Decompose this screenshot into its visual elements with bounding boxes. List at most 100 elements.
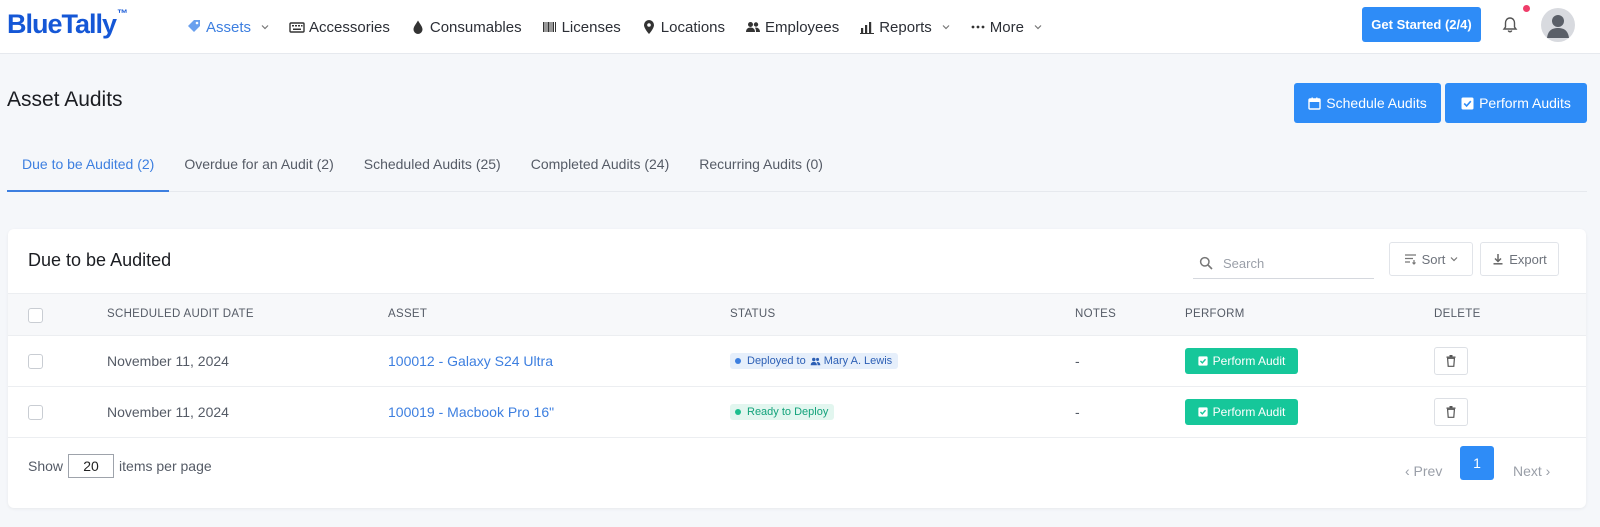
status-badge: Deployed to Mary A. Lewis [730, 353, 899, 369]
nav-item-label: Licenses [561, 18, 621, 36]
nav-item-label: Consumables [429, 18, 522, 36]
tab-overdue[interactable]: Overdue for an Audit (2) [169, 142, 348, 192]
audit-notes: - [1075, 353, 1080, 369]
map-pin-icon [643, 20, 654, 34]
users-icon [810, 357, 821, 365]
nav-item-label: Assets [206, 18, 252, 36]
select-all-checkbox[interactable] [28, 308, 43, 323]
get-started-button[interactable]: Get Started (2/4) [1362, 7, 1481, 42]
nav-item-locations[interactable]: Locations [641, 0, 725, 54]
audit-notes: - [1075, 404, 1080, 420]
delete-button[interactable] [1434, 398, 1468, 426]
search-box [1193, 247, 1374, 279]
asset-link[interactable]: 100012 - Galaxy S24 Ultra [388, 353, 553, 369]
sort-button[interactable]: Sort [1389, 242, 1473, 276]
top-navbar: BlueTally™ Assets Accessories Consumable… [0, 0, 1600, 54]
status-badge: Ready to Deploy [730, 404, 835, 420]
status-text: Ready to Deploy [747, 406, 829, 418]
barcode-icon [542, 22, 556, 32]
export-label: Export [1509, 251, 1547, 267]
chevron-down-icon [261, 25, 269, 30]
tab-recurring[interactable]: Recurring Audits (0) [684, 142, 838, 192]
tag-icon [188, 20, 200, 32]
sort-label: Sort [1421, 251, 1446, 267]
trash-icon [1446, 355, 1456, 367]
nav-item-more[interactable]: More [970, 0, 1042, 54]
status-dot [735, 358, 741, 364]
nav-item-employees[interactable]: Employees [745, 0, 839, 54]
column-header-status[interactable]: STATUS [730, 308, 775, 320]
audit-date: November 11, 2024 [107, 404, 229, 420]
nav-item-label: Employees [765, 18, 840, 36]
table-header: SCHEDULED AUDIT DATE ASSET STATUS NOTES … [8, 293, 1586, 336]
status-dot [735, 409, 741, 415]
calendar-icon [1308, 97, 1321, 110]
checkbox-check-icon [1461, 97, 1474, 109]
perform-audit-button[interactable]: Perform Audit [1185, 399, 1298, 425]
perform-audits-button[interactable]: Perform Audits [1445, 83, 1587, 123]
column-header-perform: PERFORM [1185, 308, 1245, 320]
column-header-asset[interactable]: ASSET [388, 308, 427, 320]
prev-page-button[interactable]: ‹ Prev [1405, 463, 1442, 479]
column-header-notes: NOTES [1075, 308, 1117, 320]
nav-item-reports[interactable]: Reports [859, 0, 950, 54]
nav-item-licenses[interactable]: Licenses [542, 0, 621, 54]
bar-chart-icon [860, 22, 875, 34]
tab-completed[interactable]: Completed Audits (24) [516, 142, 685, 192]
schedule-audits-button[interactable]: Schedule Audits [1294, 83, 1441, 123]
nav-item-label: Accessories [309, 18, 390, 36]
search-input[interactable] [1223, 253, 1368, 273]
page-number-button[interactable]: 1 [1460, 446, 1494, 480]
row-checkbox[interactable] [28, 405, 43, 420]
nav-item-label: Reports [879, 18, 932, 36]
chevron-down-icon [942, 25, 950, 30]
tab-due-to-be-audited[interactable]: Due to be Audited (2) [7, 142, 170, 192]
perform-audit-button[interactable]: Perform Audit [1185, 348, 1298, 374]
tab-scheduled[interactable]: Scheduled Audits (25) [349, 142, 516, 192]
logo[interactable]: BlueTally™ [7, 8, 128, 40]
audit-table-card: Due to be Audited Sort Export SCHEDULED … [8, 229, 1586, 508]
avatar[interactable] [1541, 8, 1575, 42]
chevron-down-icon [1450, 257, 1458, 262]
audit-date: November 11, 2024 [107, 353, 229, 369]
table-row: November 11, 2024 100019 - Macbook Pro 1… [8, 387, 1586, 438]
download-icon [1493, 254, 1503, 265]
chevron-down-icon [1034, 25, 1042, 30]
audit-tabs: Due to be Audited (2) Overdue for an Aud… [7, 142, 1587, 192]
users-icon [746, 22, 761, 32]
column-header-date[interactable]: SCHEDULED AUDIT DATE [107, 308, 254, 320]
keyboard-icon [289, 22, 305, 33]
perform-audit-label: Perform Audit [1212, 354, 1286, 368]
status-person-link[interactable]: Mary A. Lewis [824, 355, 892, 367]
nav-item-label: Locations [660, 18, 726, 36]
column-header-delete: DELETE [1434, 308, 1481, 320]
delete-button[interactable] [1434, 347, 1468, 375]
next-page-button[interactable]: Next › [1513, 463, 1550, 479]
page-size-input[interactable] [68, 454, 115, 478]
export-button[interactable]: Export [1480, 242, 1559, 276]
asset-link[interactable]: 100019 - Macbook Pro 16" [388, 404, 554, 420]
schedule-audits-label: Schedule Audits [1326, 95, 1427, 111]
perform-audits-label: Perform Audits [1479, 95, 1571, 111]
card-title: Due to be Audited [28, 250, 172, 270]
perform-audit-label: Perform Audit [1212, 405, 1286, 419]
row-checkbox[interactable] [28, 354, 43, 369]
trash-icon [1446, 406, 1456, 418]
ellipsis-icon [971, 25, 985, 29]
bell-icon[interactable] [1500, 15, 1520, 35]
page-title: Asset Audits [7, 88, 123, 111]
sort-icon [1404, 254, 1416, 265]
per-page-label: items per page [119, 458, 212, 474]
nav-item-assets[interactable]: Assets [186, 0, 269, 54]
user-icon [1547, 15, 1569, 38]
drop-icon [413, 20, 423, 34]
nav-item-accessories[interactable]: Accessories [289, 0, 390, 54]
nav-item-consumables[interactable]: Consumables [410, 0, 522, 54]
checkbox-check-icon [1198, 407, 1208, 417]
show-label: Show [28, 458, 64, 474]
page-size-control: Show items per page [28, 454, 212, 478]
main-nav: Assets Accessories Consumables Licenses … [186, 0, 1062, 54]
notification-dot [1523, 5, 1530, 12]
table-row: November 11, 2024 100012 - Galaxy S24 Ul… [8, 336, 1586, 387]
checkbox-check-icon [1198, 356, 1208, 366]
